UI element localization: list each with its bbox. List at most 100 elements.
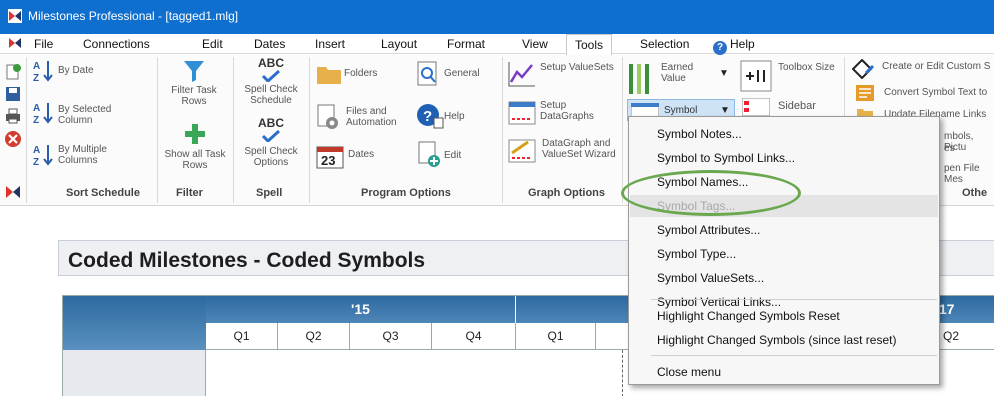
edit-options-label: Edit <box>444 150 462 161</box>
chevron-down-icon: ▼ <box>720 105 730 116</box>
menu-insert[interactable]: Insert <box>315 37 345 51</box>
sort-by-date-button[interactable]: AZ By Date <box>32 59 132 83</box>
graph-options-group-label: Graph Options <box>528 187 605 199</box>
svg-text:?: ? <box>423 108 432 125</box>
menu-item-close-menu[interactable]: Close menu <box>630 361 938 383</box>
wizard-icon <box>508 139 536 163</box>
new-file-icon[interactable] <box>4 63 22 81</box>
create-edit-custom-symbol-button[interactable]: Create or Edit Custom S <box>852 59 994 81</box>
task-column-header[interactable] <box>63 296 206 350</box>
show-all-task-rows-button[interactable]: Show all Task Rows <box>160 123 230 181</box>
menu-item-symbol-valuesets[interactable]: Symbol ValueSets... <box>630 267 938 289</box>
app-logo-small-icon[interactable] <box>4 183 22 201</box>
sort-by-date-label: By Date <box>58 65 94 76</box>
checkmark-icon <box>261 130 281 142</box>
menu-format[interactable]: Format <box>447 37 485 51</box>
quarter-cell-q3: Q3 <box>350 323 432 350</box>
quarter-cell-q2: Q2 <box>278 323 350 350</box>
chart-title: Coded Milestones - Coded Symbols <box>68 249 426 272</box>
create-edit-custom-symbol-label: Create or Edit Custom S <box>882 61 991 72</box>
menu-item-highlight-since-reset[interactable]: Highlight Changed Symbols (since last re… <box>630 329 938 351</box>
app-logo-icon <box>8 9 22 23</box>
setup-datagraphs-label: Setup DataGraphs <box>540 100 594 122</box>
toolbox-size-button[interactable]: Toolbox Size <box>740 58 840 96</box>
datagraph-valueset-wizard-button[interactable]: DataGraph and ValueSet Wizard <box>508 137 620 171</box>
program-options-group-label: Program Options <box>361 187 451 199</box>
help-label: Help <box>444 111 465 122</box>
setup-valuesets-button[interactable]: Setup ValueSets <box>508 59 618 93</box>
quarter-cell-q4: Q4 <box>432 323 516 350</box>
symbol-label: Symbol <box>664 105 698 116</box>
menu-edit[interactable]: Edit <box>202 37 223 51</box>
diamond-pencil-icon <box>852 59 874 79</box>
menu-help-label: Help <box>730 37 755 51</box>
menu-dates[interactable]: Dates <box>254 37 285 51</box>
sidebar-label: Sidebar <box>778 100 816 112</box>
files-and-automation-button[interactable]: Files and Automation <box>316 102 412 134</box>
convert-symbol-text-button[interactable]: Convert Symbol Text to <box>852 83 994 103</box>
plus-icon <box>185 124 205 144</box>
quarter-cell-q1: Q1 <box>206 323 278 350</box>
earned-value-dropdown[interactable]: Earned Value ▼ <box>627 58 735 98</box>
help-button[interactable]: ? Help <box>416 102 496 134</box>
sort-by-multiple-columns-label: By Multiple Columns <box>58 144 107 166</box>
svg-text:A: A <box>33 145 40 156</box>
help-icon: ? <box>713 41 727 55</box>
menu-tools[interactable]: Tools <box>566 34 613 55</box>
quarter-cell-q1-next: Q1 <box>516 323 596 350</box>
menu-separator <box>651 355 937 356</box>
earned-value-label: Earned Value <box>661 62 694 84</box>
menu-connections[interactable]: Connections <box>83 37 150 51</box>
menu-file[interactable]: File <box>34 37 53 51</box>
folders-button[interactable]: Folders <box>316 61 408 91</box>
menu-item-symbol-to-symbol-links[interactable]: Symbol to Symbol Links... <box>630 147 938 169</box>
other-group-label: Othe <box>962 187 988 199</box>
spell-check-schedule-button[interactable]: ABC Spell Check Schedule <box>238 57 304 115</box>
task-list-area[interactable] <box>63 350 206 396</box>
sort-by-multiple-columns-button[interactable]: AZ By Multiple Columns <box>32 141 142 169</box>
dates-button[interactable]: 23 Dates <box>316 143 396 173</box>
sort-by-selected-column-label: By Selected Column <box>58 104 112 126</box>
abc-label: ABC <box>258 56 284 70</box>
setup-valuesets-label: Setup ValueSets <box>540 62 614 73</box>
svg-text:A: A <box>33 61 40 72</box>
convert-icon <box>856 85 874 101</box>
filter-task-rows-label: Filter Task Rows <box>171 85 217 107</box>
save-icon[interactable] <box>4 85 22 103</box>
menu-view[interactable]: View <box>522 37 548 51</box>
sort-by-selected-column-button[interactable]: AZ By Selected Column <box>32 99 142 127</box>
es-partial-label: es <box>944 143 955 154</box>
document-search-icon <box>417 61 437 86</box>
edit-options-button[interactable]: Edit <box>416 141 496 171</box>
general-button[interactable]: General <box>416 61 496 91</box>
menu-separator <box>651 299 937 300</box>
menu-item-symbol-type[interactable]: Symbol Type... <box>630 243 938 265</box>
setup-datagraphs-button[interactable]: Setup DataGraphs <box>508 99 618 133</box>
convert-symbol-text-label: Convert Symbol Text to <box>884 87 988 98</box>
menu-help[interactable]: ? Help <box>713 37 755 55</box>
app-menu-icon[interactable] <box>8 37 22 50</box>
menu-item-symbol-names[interactable]: Symbol Names... <box>630 171 938 193</box>
svg-text:A: A <box>33 103 40 114</box>
toolbox-icon <box>740 60 772 92</box>
menu-selection[interactable]: Selection <box>640 37 689 51</box>
spell-check-options-button[interactable]: ABC Spell Check Options <box>238 117 304 177</box>
files-and-automation-label: Files and Automation <box>346 106 397 128</box>
dates-label: Dates <box>348 149 375 160</box>
svg-text:Z: Z <box>33 115 39 125</box>
toolbox-size-label: Toolbox Size <box>778 62 835 73</box>
close-icon[interactable] <box>4 130 22 148</box>
print-icon[interactable] <box>4 107 22 125</box>
sort-az-icon: AZ <box>33 103 53 125</box>
menu-item-symbol-attributes[interactable]: Symbol Attributes... <box>630 219 938 241</box>
funnel-icon <box>184 61 204 82</box>
datagraph-valueset-wizard-label: DataGraph and ValueSet Wizard <box>542 138 616 160</box>
folder-icon <box>317 67 341 84</box>
filter-task-rows-button[interactable]: Filter Task Rows <box>164 59 224 111</box>
menu-item-highlight-reset[interactable]: Highlight Changed Symbols Reset <box>630 305 938 327</box>
menu-item-symbol-notes[interactable]: Symbol Notes... <box>630 123 938 145</box>
abc-label: ABC <box>258 116 284 130</box>
svg-text:Z: Z <box>33 73 39 83</box>
menu-layout[interactable]: Layout <box>381 37 417 51</box>
open-file-messages-partial-label: pen File Mes <box>944 163 980 185</box>
